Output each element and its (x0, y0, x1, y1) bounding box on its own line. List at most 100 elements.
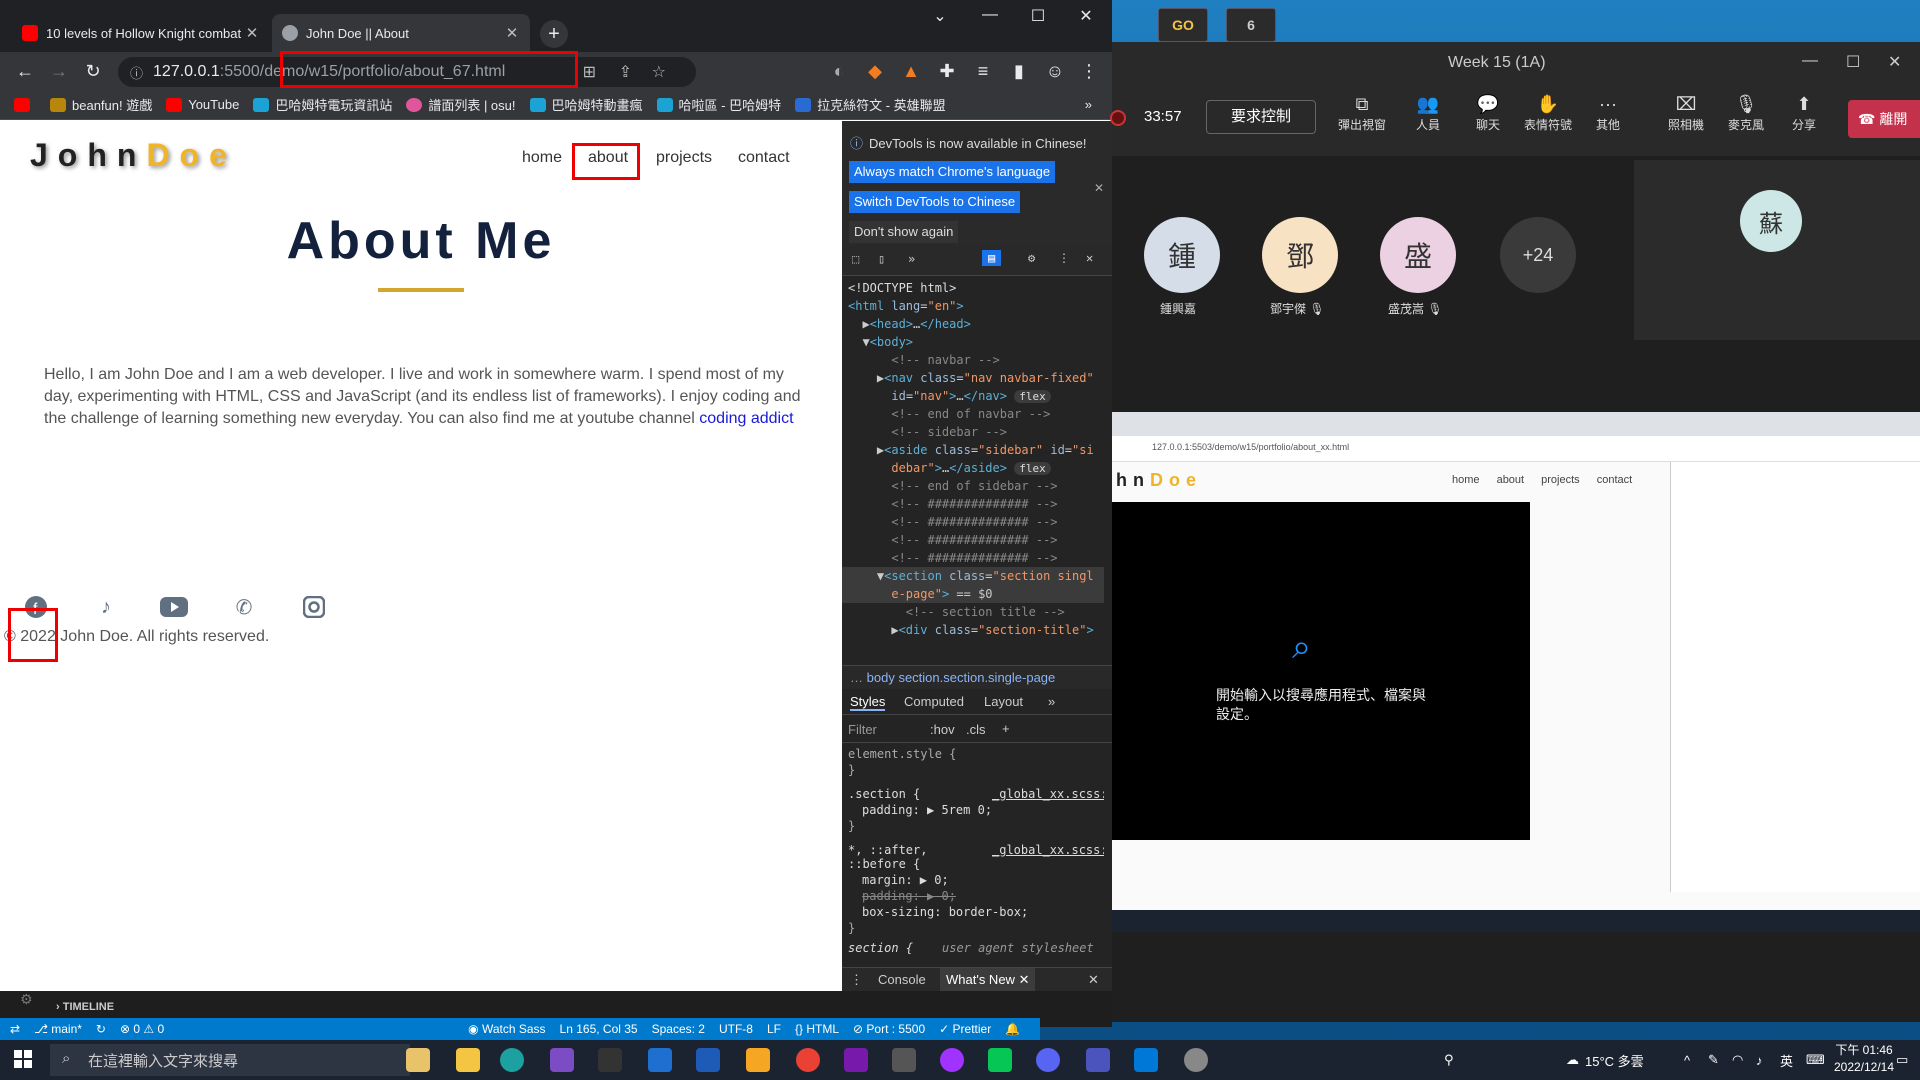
store-icon[interactable] (598, 1048, 622, 1072)
file-explorer-icon[interactable] (456, 1048, 480, 1072)
volume-icon[interactable]: ♪ (1756, 1040, 1763, 1080)
close-icon[interactable]: ✕ (504, 24, 520, 42)
calculator-icon[interactable] (892, 1048, 916, 1072)
edge-icon[interactable] (500, 1048, 524, 1072)
more-participants-button[interactable]: +24 (1500, 217, 1576, 293)
weather-widget[interactable]: ☁ 15°C 多雲 (1566, 1040, 1644, 1080)
live-server-port[interactable]: ⊘ Port : 5500 (853, 1022, 925, 1036)
avatar[interactable]: 盛 (1380, 217, 1456, 293)
language-indicator[interactable]: {} HTML (795, 1022, 839, 1036)
cursor-position[interactable]: Ln 165, Col 35 (560, 1022, 638, 1036)
taskbar-search-box[interactable]: ⌕ 在這裡輸入文字來搜尋 (50, 1044, 410, 1076)
gear-icon[interactable]: ⚙ (1028, 251, 1035, 265)
csgo-desktop-icon[interactable]: GO (1158, 8, 1208, 42)
kebab-icon[interactable]: ⋮ (850, 972, 863, 988)
encoding-indicator[interactable]: UTF-8 (719, 1022, 753, 1036)
bookmark[interactable]: 譜面列表 | osu! (406, 95, 516, 114)
prettier-indicator[interactable]: ✓ Prettier (939, 1022, 991, 1036)
teams-icon[interactable] (1086, 1048, 1110, 1072)
nav-contact-link[interactable]: contact (738, 149, 790, 167)
bookmark[interactable]: beanfun! 遊戲 (50, 95, 152, 114)
chat-button[interactable]: 💬 聊天 (1460, 94, 1516, 133)
forward-icon[interactable]: → (46, 58, 72, 84)
reactions-button[interactable]: ✋ 表情符號 (1520, 94, 1576, 133)
share-button[interactable]: ⬆ 分享 (1776, 94, 1832, 133)
minimize-button[interactable]: — (970, 6, 1010, 24)
rainbow-six-desktop-icon[interactable]: 6 (1226, 8, 1276, 42)
cls-toggle[interactable]: .cls (966, 722, 986, 737)
issues-icon[interactable]: ▤ (982, 250, 1002, 266)
match-language-button[interactable]: Always match Chrome's language (849, 161, 1056, 183)
vscode-icon[interactable] (1134, 1048, 1158, 1072)
leave-button[interactable]: ☎ 離開 (1848, 100, 1920, 138)
notification-icon[interactable]: ▭ (1896, 1040, 1908, 1080)
sync-icon[interactable]: ↻ (96, 1022, 106, 1036)
eol-indicator[interactable]: LF (767, 1022, 781, 1036)
discord-icon[interactable] (1036, 1048, 1060, 1072)
bookmark[interactable]: 哈啦區 - 巴哈姆特 (656, 95, 781, 114)
tab-whats-new[interactable]: What's New ✕ (940, 968, 1036, 992)
remote-icon[interactable]: ⇄ (10, 1022, 20, 1036)
sidepanel-icon[interactable]: ▮ (1006, 58, 1032, 84)
indent-indicator[interactable]: Spaces: 2 (652, 1022, 705, 1036)
share-icon[interactable]: ⇪ (619, 62, 632, 82)
bookmark[interactable] (14, 97, 36, 112)
avatar[interactable]: ☺ (1042, 58, 1068, 84)
minimize-button[interactable]: — (1802, 52, 1818, 70)
nav-home-link[interactable]: home (522, 149, 562, 167)
messenger-icon[interactable] (940, 1048, 964, 1072)
watch-sass-button[interactable]: ◉ Watch Sass (468, 1022, 545, 1036)
onenote-icon[interactable] (844, 1048, 868, 1072)
maximize-button[interactable]: ☐ (1018, 6, 1058, 26)
tab-console[interactable]: Console (878, 972, 926, 987)
start-button[interactable] (14, 1050, 32, 1068)
more-button[interactable]: ··· 其他 (1580, 94, 1636, 133)
crumb-body[interactable]: body (867, 670, 895, 685)
gear-icon[interactable]: ⚙ (20, 991, 33, 1008)
more-bookmarks-icon[interactable]: » (1085, 97, 1092, 112)
add-rule-icon[interactable]: + (1002, 721, 1010, 736)
device-icon[interactable]: ▯ (878, 252, 885, 266)
whatsapp-icon[interactable]: ✆ (230, 593, 258, 621)
tab-about[interactable]: John Doe || About ✕ (272, 14, 530, 52)
translate-icon[interactable]: ⊞ (583, 62, 596, 82)
ime-indicator[interactable]: 英 (1780, 1040, 1793, 1080)
close-icon[interactable]: ✕ (1094, 181, 1104, 195)
filter-input[interactable]: Filter (848, 722, 877, 737)
tab-layout[interactable]: Layout (984, 694, 1023, 709)
bookmark[interactable]: 巴哈姆特電玩資訊站 (253, 95, 392, 114)
tab-computed[interactable]: Computed (904, 694, 964, 709)
popout-button[interactable]: ⧉ 彈出視窗 (1334, 94, 1390, 133)
settings-icon[interactable] (1184, 1048, 1208, 1072)
switch-chinese-button[interactable]: Switch DevTools to Chinese (849, 191, 1021, 213)
source-link[interactable]: _global_xx.scss:153 (992, 785, 1104, 803)
dont-show-button[interactable]: Don't show again (849, 221, 959, 243)
media-player-icon[interactable] (746, 1048, 770, 1072)
maximize-button[interactable]: ☐ (1846, 52, 1860, 72)
camera-button[interactable]: ⌧ 照相機 (1658, 94, 1714, 133)
people-button[interactable]: 👥 人員 (1400, 94, 1456, 133)
inspect-icon[interactable]: ⬚ (852, 252, 859, 266)
bookmark[interactable]: 巴哈姆特動畫瘋 (529, 95, 643, 114)
crumb-section[interactable]: section.section.single-page (898, 670, 1055, 685)
keyboard-icon[interactable]: ⌨ (1806, 1040, 1825, 1080)
request-control-button[interactable]: 要求控制 (1206, 100, 1316, 134)
youtube-icon[interactable] (160, 593, 188, 621)
pen-icon[interactable]: ✎ (1708, 1040, 1719, 1080)
clock[interactable]: 下午 01:46 2022/12/14 (1828, 1042, 1900, 1076)
branch-indicator[interactable]: ⎇ main* (34, 1022, 82, 1036)
wifi-icon[interactable]: ◠ (1732, 1040, 1743, 1080)
puzzle-icon[interactable]: ✚ (934, 58, 960, 84)
nav-projects-link[interactable]: projects (656, 149, 712, 167)
tiktok-icon[interactable]: ♪ (92, 593, 120, 621)
close-icon[interactable]: ✕ (244, 24, 260, 42)
instagram-icon[interactable] (300, 593, 328, 621)
bell-icon[interactable]: 🔔 (1005, 1022, 1020, 1036)
source-link[interactable]: _global_xx.scss:56 (992, 841, 1104, 859)
tab-styles[interactable]: Styles (850, 694, 886, 711)
close-window-button[interactable]: ✕ (1066, 6, 1106, 26)
media-icon[interactable]: ≡ (970, 58, 996, 84)
line-icon[interactable] (988, 1048, 1012, 1072)
people-icon[interactable]: ⚲ (1444, 1040, 1454, 1080)
word-icon[interactable] (696, 1048, 720, 1072)
